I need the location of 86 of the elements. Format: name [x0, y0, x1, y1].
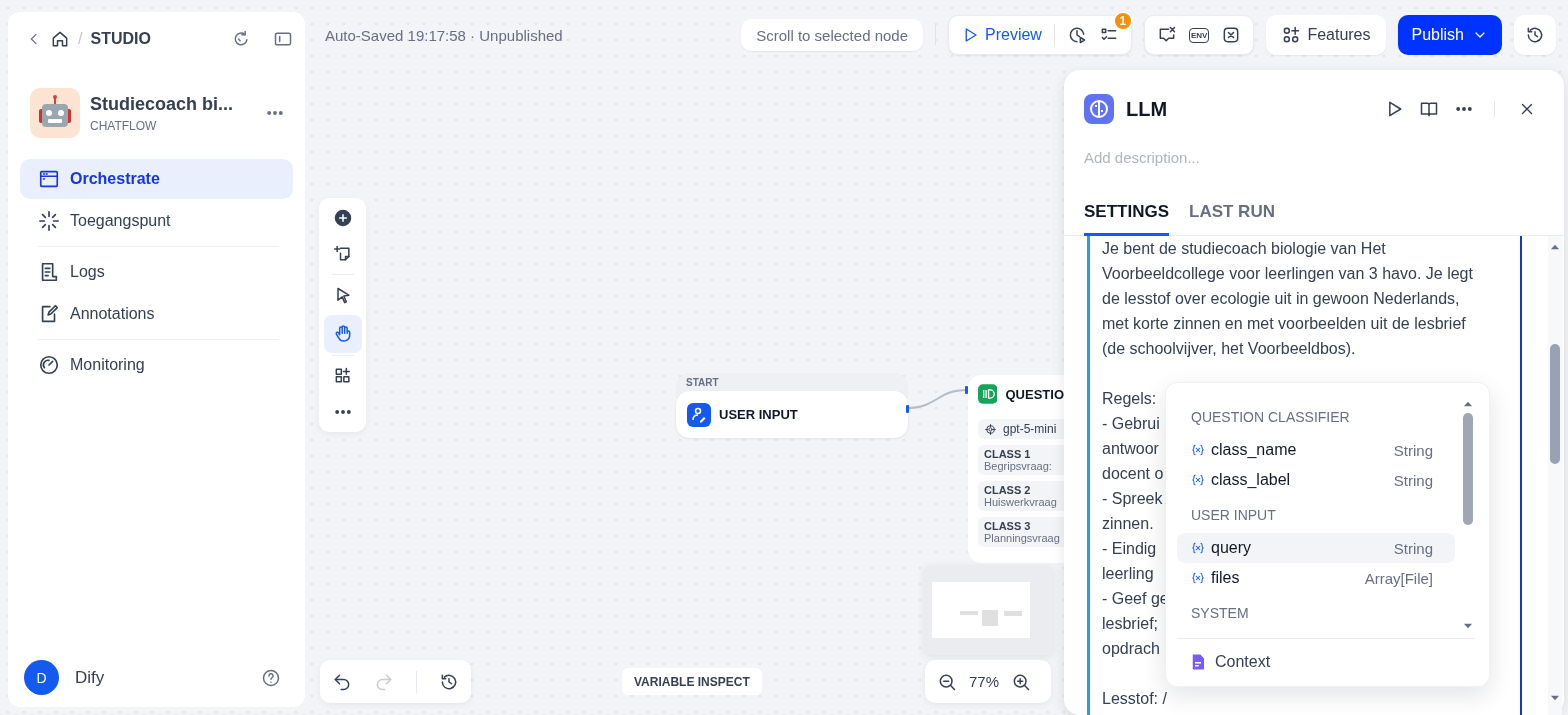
context-item[interactable]: Context: [1177, 638, 1475, 684]
scroll-button[interactable]: Scroll to selected node: [741, 19, 923, 51]
home-icon[interactable]: [50, 29, 70, 49]
user-name: Dify: [75, 667, 105, 688]
window-icon: [38, 168, 60, 190]
class-text: Begripsvraag:: [984, 460, 1053, 472]
variable-item[interactable]: query String: [1177, 533, 1455, 563]
variable-icon: [1191, 473, 1205, 487]
node-header: START: [685, 376, 720, 390]
breadcrumb-separator: /: [78, 30, 83, 48]
group-heading: QUESTION CLASSIFIER: [1190, 409, 1351, 427]
prompt-line: - Gebrui: [1102, 414, 1160, 434]
scroll-thumb[interactable]: [1550, 344, 1560, 464]
class-label: CLASS 3: [984, 520, 1032, 532]
preview-button[interactable]: Preview: [961, 26, 1042, 44]
variable-item[interactable]: files Array[File]: [1177, 563, 1455, 593]
user-icon: [687, 402, 711, 427]
gauge-icon: [38, 354, 60, 376]
prompt-text: Je bent de studiecoach biologie van Het Voorbeeldcollege voor leerlingen van 3 havo. Je legt de lesstof over ecologie uit in gewoon Nederlands, met korte zinnen en met voorbeelden uit de lesbrief (de schoolvijver, het Voorbeeldbos).: [1102, 239, 1474, 359]
variable-icon: [1191, 541, 1205, 555]
burst-icon: [38, 210, 60, 232]
variable-inspect-button[interactable]: VARIABLE INSPECT: [622, 668, 762, 695]
variable-icon: [1191, 571, 1205, 585]
variable-type: String: [1393, 471, 1433, 489]
history-button[interactable]: [1514, 15, 1556, 55]
help-icon[interactable]: [261, 667, 281, 688]
class-text: Planningsvraag: [984, 532, 1058, 544]
prompt-line: opdrach: [1102, 639, 1160, 659]
prompt-line: lesbrief;: [1102, 614, 1159, 634]
publish-button[interactable]: Publish: [1397, 15, 1502, 55]
prompt-line: docent o: [1102, 464, 1164, 484]
grid-plus-icon: [1281, 25, 1302, 45]
variable-type: Array[File]: [1364, 569, 1433, 587]
class-text: Huiswerkvraag: [984, 496, 1058, 508]
classifier-icon: [978, 383, 998, 405]
nav-item[interactable]: Monitoring: [20, 345, 293, 385]
features-button[interactable]: Features: [1266, 15, 1386, 55]
tab[interactable]: SETTINGS: [1084, 202, 1169, 236]
tab[interactable]: LAST RUN: [1189, 202, 1275, 236]
history-icon: [1525, 25, 1545, 45]
prompt-line: - Eindig: [1102, 539, 1157, 559]
prompt-line: Lesstof: /: [1102, 689, 1167, 709]
node-title: USER INPUT: [719, 407, 798, 422]
scrollbar[interactable]: [1548, 236, 1562, 715]
panel-title: LLM: [1126, 97, 1168, 121]
prompt-line: - Spreek: [1102, 489, 1163, 509]
app-name: Studiecoach bi...: [90, 93, 235, 115]
class-label: CLASS 1: [984, 448, 1032, 460]
variable-item[interactable]: class_name String: [1177, 435, 1455, 465]
nav-item[interactable]: Logs: [20, 252, 293, 292]
llm-icon: [1084, 94, 1114, 124]
ring-icon: [984, 422, 997, 436]
zoom-level[interactable]: 77%: [969, 673, 1000, 690]
group-heading: SYSTEM: [1190, 605, 1250, 623]
app-type: CHATFLOW: [90, 118, 158, 133]
scroll-thumb[interactable]: [1463, 413, 1473, 525]
prompt-line: Regels:: [1102, 389, 1157, 409]
node-title: QUESTIO: [1005, 386, 1064, 402]
prompt-line: zinnen.: [1102, 514, 1154, 534]
env-button[interactable]: ENV: [1188, 27, 1210, 43]
book-icon[interactable]: [1419, 99, 1439, 119]
nav-item[interactable]: Annotations: [20, 294, 293, 334]
node-handle[interactable]: [906, 405, 909, 413]
variable-type: String: [1393, 539, 1433, 557]
robot-avatar-icon: [30, 88, 80, 138]
add-icon[interactable]: [332, 208, 353, 228]
variable-type: String: [1393, 441, 1433, 459]
class-label: CLASS 2: [984, 484, 1032, 496]
count-badge: 1: [1112, 11, 1133, 31]
save-status: Auto-Saved 19:17:58 · Unpublished: [325, 26, 563, 44]
variable-icon: [1191, 443, 1205, 457]
classifier-node[interactable]: QUESTIO gpt-5-mini CLASS 1 Begripsvraag: CLASS 2 Huiswerkvraag CLASS 3 Planningsvraag: [968, 375, 1064, 563]
group-heading: USER INPUT: [1190, 507, 1277, 525]
node-handle[interactable]: [965, 386, 968, 394]
panel-icon[interactable]: [273, 29, 293, 49]
note-add-icon[interactable]: [332, 244, 353, 264]
hand-tool-button[interactable]: [323, 315, 362, 353]
nav-item[interactable]: Orchestrate: [20, 159, 293, 199]
variable-item[interactable]: class_label String: [1177, 465, 1455, 495]
nav-item[interactable]: Toegangspunt: [20, 201, 293, 241]
prompt-line: antwoor: [1102, 439, 1159, 459]
model-name: gpt-5-mini: [1003, 422, 1057, 436]
user-avatar[interactable]: D: [24, 660, 59, 695]
start-node[interactable]: START USER INPUT: [676, 373, 908, 438]
breadcrumb-label[interactable]: STUDIO: [90, 30, 151, 48]
prompt-line: leerling: [1102, 564, 1154, 584]
